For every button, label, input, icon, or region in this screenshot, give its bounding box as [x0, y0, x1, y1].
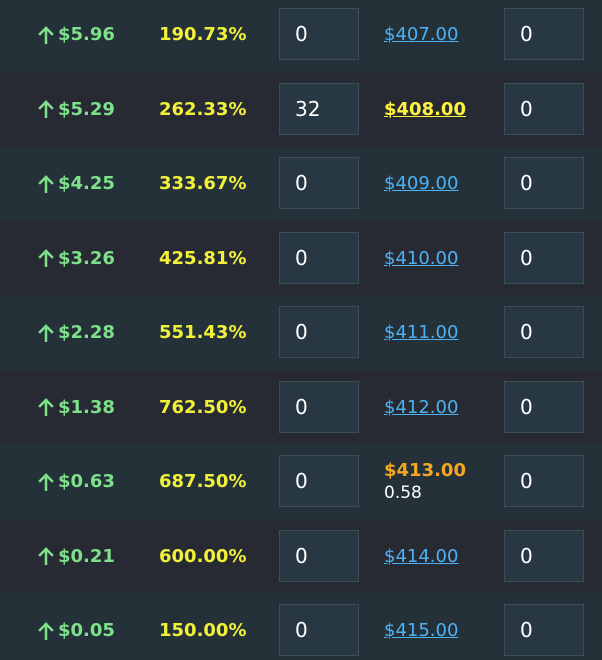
ladder-row: $2.28 551.43% 0 $411.00 0 — [0, 295, 602, 370]
price-cell: $412.00 — [384, 370, 458, 445]
price-change: $1.38 — [38, 370, 115, 445]
arrow-up-icon — [38, 398, 54, 416]
price-link[interactable]: $409.00 — [384, 173, 458, 194]
percent-value: 190.73% — [159, 24, 247, 45]
price-change-value: $1.38 — [58, 396, 115, 418]
percent-value: 262.33% — [159, 98, 247, 120]
ladder-row: $0.05 150.00% 0 $415.00 0 — [0, 593, 602, 660]
percent-value: 600.00% — [159, 545, 247, 567]
price-cell: $414.00 — [384, 519, 458, 594]
price-change-value: $3.26 — [58, 247, 115, 269]
price-cell: $408.00 — [384, 72, 466, 147]
sell-quantity-input[interactable]: 0 — [504, 380, 584, 433]
price-link[interactable]: $414.00 — [384, 546, 458, 567]
price-change: $5.96 — [38, 0, 115, 72]
arrow-up-icon — [38, 547, 54, 565]
price-cell: $413.00 0.58 — [384, 444, 466, 519]
price-subvalue: 0.58 — [384, 483, 422, 503]
percent-value: 551.43% — [159, 322, 247, 343]
ladder-row: $5.29 262.33% 32 $408.00 0 — [0, 71, 602, 147]
price-link[interactable]: $408.00 — [384, 99, 466, 120]
arrow-up-icon — [38, 100, 54, 118]
price-cell: $409.00 — [384, 146, 458, 221]
price-change-value: $2.28 — [58, 322, 115, 343]
ladder-row: $5.96 190.73% 0 $407.00 0 — [0, 0, 602, 72]
ladder-row: $3.26 425.81% 0 $410.00 0 — [0, 220, 602, 296]
percent-value: 687.50% — [159, 471, 247, 492]
sell-quantity-input[interactable]: 0 — [504, 306, 584, 358]
arrow-up-icon — [38, 25, 54, 44]
price-link[interactable]: $411.00 — [384, 322, 458, 343]
price-change: $0.21 — [38, 519, 115, 594]
price-change-value: $0.21 — [58, 545, 115, 567]
buy-quantity-input[interactable]: 0 — [279, 8, 359, 60]
percent-value: 333.67% — [159, 173, 247, 194]
price-change: $5.29 — [38, 72, 115, 147]
sell-quantity-input[interactable]: 0 — [504, 157, 584, 209]
price-change: $4.25 — [38, 146, 115, 221]
price-change-value: $4.25 — [58, 173, 115, 194]
sell-quantity-input[interactable]: 0 — [504, 455, 584, 507]
percent-value: 150.00% — [159, 620, 247, 641]
price-cell: $411.00 — [384, 295, 458, 370]
price-cell: $415.00 — [384, 593, 458, 660]
price-cell: $410.00 — [384, 221, 458, 296]
price-change: $2.28 — [38, 295, 115, 370]
arrow-up-icon — [38, 249, 54, 267]
buy-quantity-input[interactable]: 0 — [279, 231, 359, 284]
price-link[interactable]: $412.00 — [384, 397, 458, 418]
ladder-row: $1.38 762.50% 0 $412.00 0 — [0, 369, 602, 445]
price-link[interactable]: $415.00 — [384, 620, 458, 641]
price-change-value: $5.96 — [58, 24, 115, 45]
price-change-value: $0.63 — [58, 471, 115, 492]
price-change: $0.63 — [38, 444, 115, 519]
sell-quantity-input[interactable]: 0 — [504, 82, 584, 135]
ladder-row: $0.63 687.50% 0 $413.00 0.58 0 — [0, 444, 602, 519]
price-link[interactable]: $407.00 — [384, 24, 458, 45]
buy-quantity-input[interactable]: 0 — [279, 529, 359, 582]
arrow-up-icon — [38, 472, 54, 491]
price-ladder: $5.96 190.73% 0 $407.00 0 $5.29 262.33% 32 $408.… — [0, 0, 602, 660]
sell-quantity-input[interactable]: 0 — [504, 529, 584, 582]
price-change: $0.05 — [38, 593, 115, 660]
buy-quantity-input[interactable]: 0 — [279, 157, 359, 209]
arrow-up-icon — [38, 174, 54, 193]
buy-quantity-input[interactable]: 0 — [279, 306, 359, 358]
buy-quantity-input[interactable]: 0 — [279, 604, 359, 656]
price-cell: $407.00 — [384, 0, 458, 72]
price-change-value: $5.29 — [58, 98, 115, 120]
price-link[interactable]: $413.00 — [384, 460, 466, 481]
percent-value: 762.50% — [159, 396, 247, 418]
percent-value: 425.81% — [159, 247, 247, 269]
price-link[interactable]: $410.00 — [384, 248, 458, 269]
price-change-value: $0.05 — [58, 620, 115, 641]
buy-quantity-input[interactable]: 0 — [279, 380, 359, 433]
arrow-up-icon — [38, 323, 54, 342]
buy-quantity-input[interactable]: 0 — [279, 455, 359, 507]
ladder-row: $0.21 600.00% 0 $414.00 0 — [0, 518, 602, 594]
sell-quantity-input[interactable]: 0 — [504, 8, 584, 60]
ladder-row: $4.25 333.67% 0 $409.00 0 — [0, 146, 602, 221]
arrow-up-icon — [38, 621, 54, 640]
sell-quantity-input[interactable]: 0 — [504, 231, 584, 284]
buy-quantity-input[interactable]: 32 — [279, 82, 359, 135]
price-change: $3.26 — [38, 221, 115, 296]
sell-quantity-input[interactable]: 0 — [504, 604, 584, 656]
